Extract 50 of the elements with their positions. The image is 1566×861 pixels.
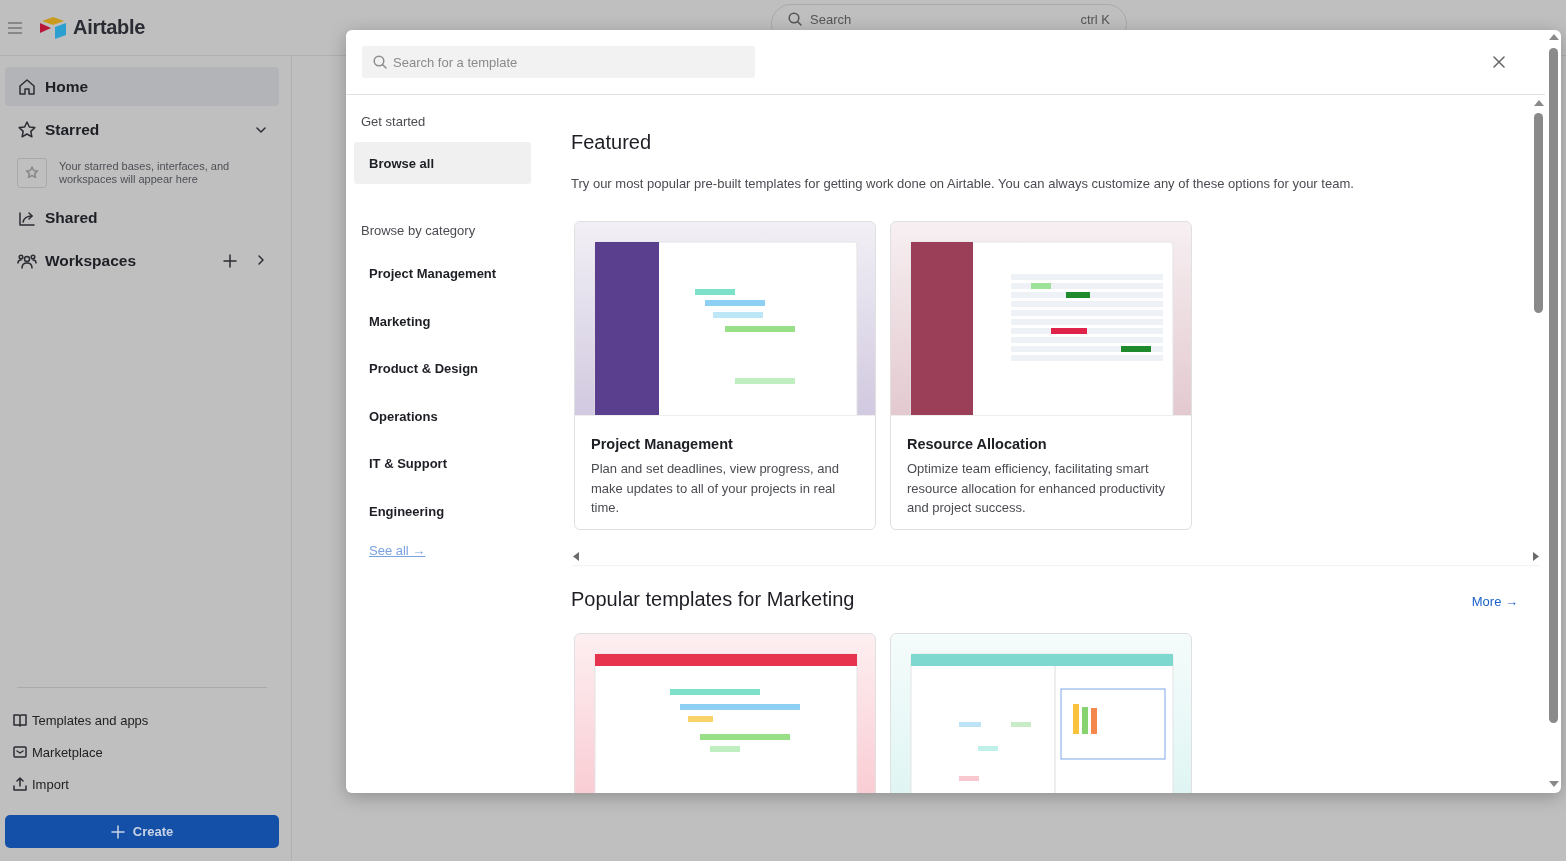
category-item[interactable]: Engineering [354,487,531,535]
footer-link[interactable]: Import [5,768,279,800]
section-heading: Browse by category [360,223,477,239]
chevron-right-icon [255,253,267,266]
upload-icon [13,777,27,791]
close-icon [1493,56,1505,68]
scroll-up-icon[interactable] [1549,34,1559,40]
scrollbar-thumb[interactable] [1534,113,1543,313]
template-card[interactable]: Project Management Plan and set deadlines, view progress, and make updates to all of your projects in real time. [574,221,876,530]
nav-item[interactable]: Workspaces [5,241,279,280]
add-icon [223,253,237,268]
scroll-right-icon [1533,551,1539,561]
card-title: Resource Allocation [907,436,1048,452]
nav-item[interactable]: Shared [5,198,279,237]
home-icon [17,76,37,97]
menu-icon [8,21,22,34]
category-item[interactable]: Product & Design [354,345,531,393]
section-description: Try our most popular pre-built templates for getting work done on Airtable. You can always customize any of these options for your team. [571,176,1355,191]
brand-logo[interactable]: Airtable [39,15,146,40]
scrollbar-thumb[interactable] [1549,48,1558,723]
search-icon [788,12,802,26]
search-icon [373,55,387,69]
section-heading: Get started [360,114,427,130]
footer-link[interactable]: Templates and apps [5,704,279,736]
book-icon [13,713,27,727]
section-title: Popular templates for Marketing [571,588,855,611]
create-button[interactable]: Create [5,815,279,848]
category-item[interactable]: Marketing [354,297,531,345]
section-title: Featured [571,131,653,154]
category-item[interactable]: Project Management [354,250,531,298]
star-icon [25,166,39,180]
card-description: Plan and set deadlines, view progress, and make updates to all of your projects in real time. [591,460,840,517]
browse-all-item[interactable]: Browse all [354,142,531,184]
search-field[interactable]: Search for a template [362,46,755,78]
footer-link[interactable]: Marketplace [5,736,279,768]
starred-hint: Your starred bases, interfaces, and workspaces will appear here [59,160,231,186]
logo-icon [39,15,69,40]
category-item[interactable]: Operations [354,392,531,440]
star-icon [17,119,37,140]
tray-icon [13,745,27,759]
card-title: Project Management [591,436,734,452]
plus-icon [110,824,125,839]
nav-item[interactable]: Home [5,67,279,106]
nav-item[interactable]: Starred [5,110,279,149]
scroll-down-icon[interactable] [1549,781,1559,787]
category-item[interactable]: IT & Support [354,440,531,488]
scroll-left-icon [573,551,579,561]
more-link[interactable]: More → [1471,594,1518,609]
card-description: Optimize team efficiency, facilitating smart resource allocation for enhanced productivity and project success. [907,460,1166,517]
template-card[interactable]: Resource Allocation Optimize team efficiency, facilitating smart resource allocation for enhanced productivity and project success. [890,221,1192,530]
